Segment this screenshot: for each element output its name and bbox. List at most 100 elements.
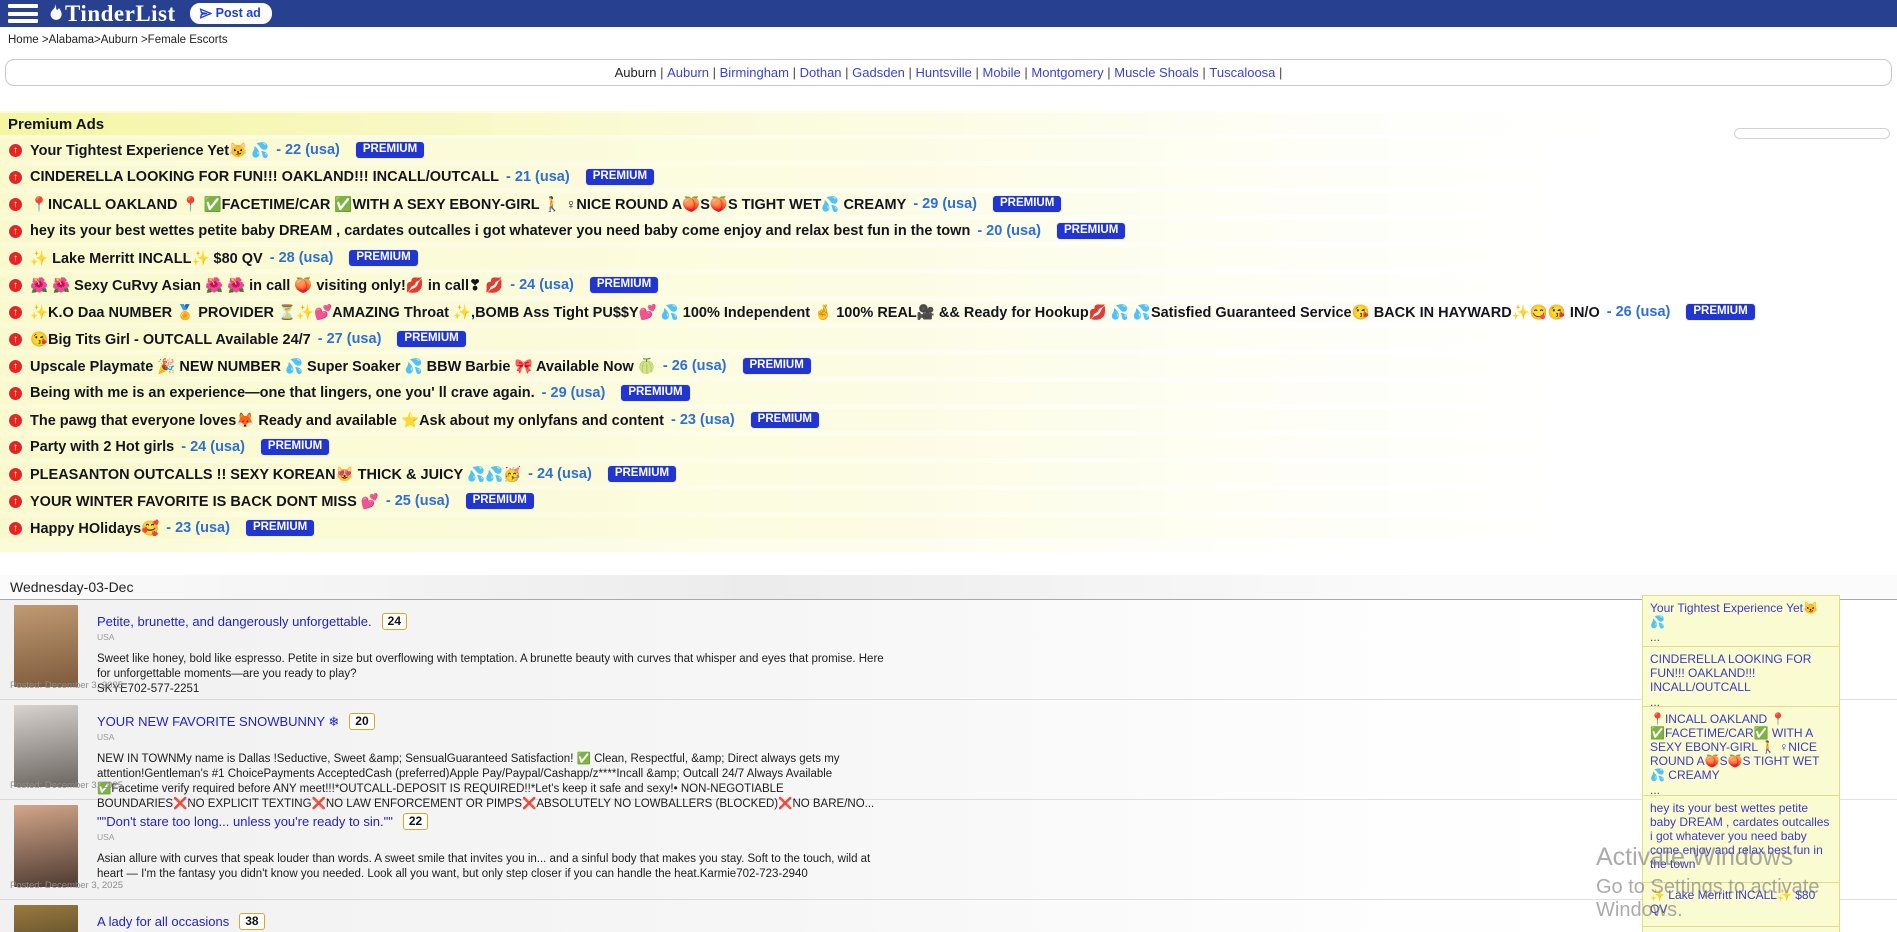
premium-badge: PREMIUM	[589, 276, 659, 295]
premium-ad-row[interactable]: ↑Party with 2 Hot girls- 24 (usa)PREMIUM	[0, 436, 1897, 458]
city-link[interactable]: Tuscaloosa	[1209, 65, 1275, 80]
up-arrow-icon: ↑	[8, 386, 23, 401]
sidebar-ad-box[interactable]: ✨ Lake Merritt INCALL✨ $80 QV...	[1642, 882, 1840, 932]
listings-section: Wednesday-03-Dec Petite, brunette, and d…	[0, 575, 1897, 932]
premium-ad-row[interactable]: ↑The pawg that everyone loves🦊 Ready and…	[0, 409, 1897, 431]
separator: |	[1021, 65, 1032, 80]
premium-ad-row[interactable]: ↑ Being with me is an experience—one that…	[0, 382, 1897, 404]
premium-ad-age: - 24 (usa)	[528, 466, 592, 482]
premium-badge: PREMIUM	[585, 168, 655, 187]
listing-title-link[interactable]: ""Don't stare too long... unless you're …	[97, 814, 393, 829]
listing-photo[interactable]	[14, 705, 78, 787]
sidebar-ad-title[interactable]: Your Tightest Experience Yet😼 💦	[1650, 601, 1832, 629]
up-arrow-icon: ↑	[8, 251, 23, 266]
sidebar-ad-title[interactable]: CINDERELLA LOOKING FOR FUN!!! OAKLAND!!!…	[1650, 652, 1832, 694]
listing-photo[interactable]	[14, 905, 78, 932]
premium-ad-title[interactable]: 📍INCALL OAKLAND 📍 ✅FACETIME/CAR ✅WITH A …	[30, 196, 906, 213]
premium-ad-title[interactable]: Upscale Playmate 🎉 NEW NUMBER 💦 Super So…	[30, 358, 656, 375]
flame-icon	[46, 4, 63, 24]
up-arrow-icon: ↑	[8, 197, 23, 212]
listing-title-row: YOUR NEW FAVORITE SNOWBUNNY ❄20	[97, 713, 1897, 730]
post-ad-button[interactable]: Post ad	[190, 3, 272, 24]
city-link[interactable]: Mobile	[982, 65, 1020, 80]
up-arrow-icon: ↑	[8, 494, 23, 509]
premium-ad-title[interactable]: hey its your best wettes petite baby DRE…	[30, 223, 970, 239]
up-arrow-icon: ↑	[8, 143, 23, 158]
premium-ad-row[interactable]: ↑PLEASANTON OUTCALLS !! SEXY KOREAN😻 THI…	[0, 463, 1897, 485]
premium-ad-title[interactable]: YOUR WINTER FAVORITE IS BACK DONT MISS 💕	[30, 493, 379, 510]
posted-date: Posted: December 3, 2025	[10, 880, 123, 891]
premium-ad-title[interactable]: Party with 2 Hot girls	[30, 439, 174, 455]
premium-ad-title[interactable]: PLEASANTON OUTCALLS !! SEXY KOREAN😻 THIC…	[30, 466, 521, 483]
up-arrow-icon: ↑	[8, 278, 23, 293]
premium-ad-age: - 28 (usa)	[270, 250, 334, 266]
site-logo[interactable]: TinderList	[46, 1, 176, 27]
premium-ad-row[interactable]: ↑ ✨K.O Daa NUMBER 🏅 PROVIDER ⏳✨💕AMAZING T…	[0, 301, 1897, 323]
listing-title-row: Petite, brunette, and dangerously unforg…	[97, 613, 1897, 630]
city-link[interactable]: Auburn	[667, 65, 709, 80]
listing-title-link[interactable]: YOUR NEW FAVORITE SNOWBUNNY ❄	[97, 714, 339, 730]
city-link[interactable]: Muscle Shoals	[1114, 65, 1199, 80]
premium-ad-title[interactable]: ✨K.O Daa NUMBER 🏅 PROVIDER ⏳✨💕AMAZING Th…	[30, 304, 1600, 321]
listing-title-link[interactable]: Petite, brunette, and dangerously unforg…	[97, 614, 372, 629]
premium-ad-row[interactable]: ↑Your Tightest Experience Yet😼 💦- 22 (us…	[0, 139, 1897, 161]
listing-item[interactable]: A lady for all occasions38USA	[0, 900, 1897, 932]
up-arrow-icon: ↑	[8, 224, 23, 239]
age-badge: 24	[382, 613, 407, 630]
premium-ad-row[interactable]: ↑ 📍INCALL OAKLAND 📍 ✅FACETIME/CAR ✅WITH A…	[0, 193, 1897, 215]
premium-badge: PREMIUM	[620, 384, 690, 403]
premium-ad-row[interactable]: ↑ YOUR WINTER FAVORITE IS BACK DONT MISS …	[0, 490, 1897, 512]
sidebar-ad-box[interactable]: hey its your best wettes petite baby DRE…	[1642, 795, 1840, 891]
listing-item[interactable]: YOUR NEW FAVORITE SNOWBUNNY ❄20USANEW IN…	[0, 700, 1897, 800]
premium-ad-row[interactable]: ↑CINDERELLA LOOKING FOR FUN!!! OAKLAND!!…	[0, 166, 1897, 188]
hamburger-menu-icon[interactable]	[8, 4, 38, 23]
sidebar-ad-title[interactable]: 📍INCALL OAKLAND 📍 ✅FACETIME/CAR✅ WITH A …	[1650, 712, 1832, 782]
premium-ad-title[interactable]: 🌺 🌺 Sexy CuRvy Asian 🌺 🌺 in call 🍑 visit…	[30, 277, 503, 294]
premium-ad-title[interactable]: CINDERELLA LOOKING FOR FUN!!! OAKLAND!!!…	[30, 169, 499, 185]
listing-item[interactable]: Petite, brunette, and dangerously unforg…	[0, 600, 1897, 700]
sidebar-ad-box[interactable]	[1642, 926, 1840, 932]
premium-badge: PREMIUM	[348, 249, 418, 268]
up-arrow-icon: ↑	[8, 332, 23, 347]
listing-photo[interactable]	[14, 805, 78, 887]
city-link[interactable]: Dothan	[800, 65, 842, 80]
listing-title-row: ""Don't stare too long... unless you're …	[97, 813, 1897, 830]
premium-ad-row[interactable]: ↑ hey its your best wettes petite baby DR…	[0, 220, 1897, 242]
sidebar-ad-box[interactable]: CINDERELLA LOOKING FOR FUN!!! OAKLAND!!!…	[1642, 646, 1840, 714]
premium-ad-row[interactable]: ↑ ✨ Lake Merritt INCALL✨ $80 QV - 28 (usa)…	[0, 247, 1897, 269]
city-nav: Auburn | Auburn | Birmingham | Dothan | …	[5, 59, 1892, 86]
listing-item[interactable]: ""Don't stare too long... unless you're …	[0, 800, 1897, 900]
separator: |	[905, 65, 916, 80]
country-label: USA	[97, 732, 1897, 742]
premium-ad-row[interactable]: ↑Happy HOlidays🥰- 23 (usa)PREMIUM	[0, 517, 1897, 539]
posted-date: Posted: December 3, 2025	[10, 780, 123, 791]
premium-ad-row[interactable]: ↑ 😘Big Tits Girl - OUTCALL Available 24/7…	[0, 328, 1897, 350]
listing-title-link[interactable]: A lady for all occasions	[97, 914, 229, 929]
city-link[interactable]: Montgomery	[1031, 65, 1103, 80]
country-label: USA	[97, 632, 1897, 642]
premium-ad-row[interactable]: ↑Upscale Playmate 🎉 NEW NUMBER 💦 Super S…	[0, 355, 1897, 377]
premium-ad-title[interactable]: The pawg that everyone loves🦊 Ready and …	[30, 412, 664, 429]
inline-scrollbar-track[interactable]	[1734, 128, 1890, 139]
sidebar-ad-title[interactable]: ✨ Lake Merritt INCALL✨ $80 QV	[1650, 888, 1832, 916]
premium-ad-age: - 20 (usa)	[977, 223, 1041, 239]
premium-ad-title[interactable]: ✨ Lake Merritt INCALL✨ $80 QV	[30, 250, 263, 267]
premium-badge: PREMIUM	[1685, 303, 1755, 322]
city-link[interactable]: Huntsville	[916, 65, 972, 80]
sidebar-ad-title[interactable]: hey its your best wettes petite baby DRE…	[1650, 801, 1832, 871]
premium-ad-title[interactable]: 😘Big Tits Girl - OUTCALL Available 24/7	[30, 331, 311, 348]
separator: |	[972, 65, 983, 80]
city-link[interactable]: Birmingham	[720, 65, 789, 80]
up-arrow-icon: ↑	[8, 305, 23, 320]
sidebar-ad-box[interactable]: 📍INCALL OAKLAND 📍 ✅FACETIME/CAR✅ WITH A …	[1642, 706, 1840, 802]
sidebar-ad-box[interactable]: Your Tightest Experience Yet😼 💦...	[1642, 595, 1840, 649]
premium-ad-title[interactable]: Your Tightest Experience Yet😼 💦	[30, 142, 269, 159]
breadcrumb[interactable]: Home >Alabama>Auburn >Female Escorts	[0, 27, 1897, 52]
premium-badge: PREMIUM	[607, 465, 677, 484]
city-link[interactable]: Gadsden	[852, 65, 905, 80]
premium-ad-row[interactable]: ↑ 🌺 🌺 Sexy CuRvy Asian 🌺 🌺 in call 🍑 visi…	[0, 274, 1897, 296]
premium-ad-age: - 26 (usa)	[663, 358, 727, 374]
listing-photo[interactable]	[14, 605, 78, 687]
premium-ad-title[interactable]: Happy HOlidays🥰	[30, 520, 159, 537]
premium-ad-title[interactable]: Being with me is an experience—one that …	[30, 385, 535, 401]
